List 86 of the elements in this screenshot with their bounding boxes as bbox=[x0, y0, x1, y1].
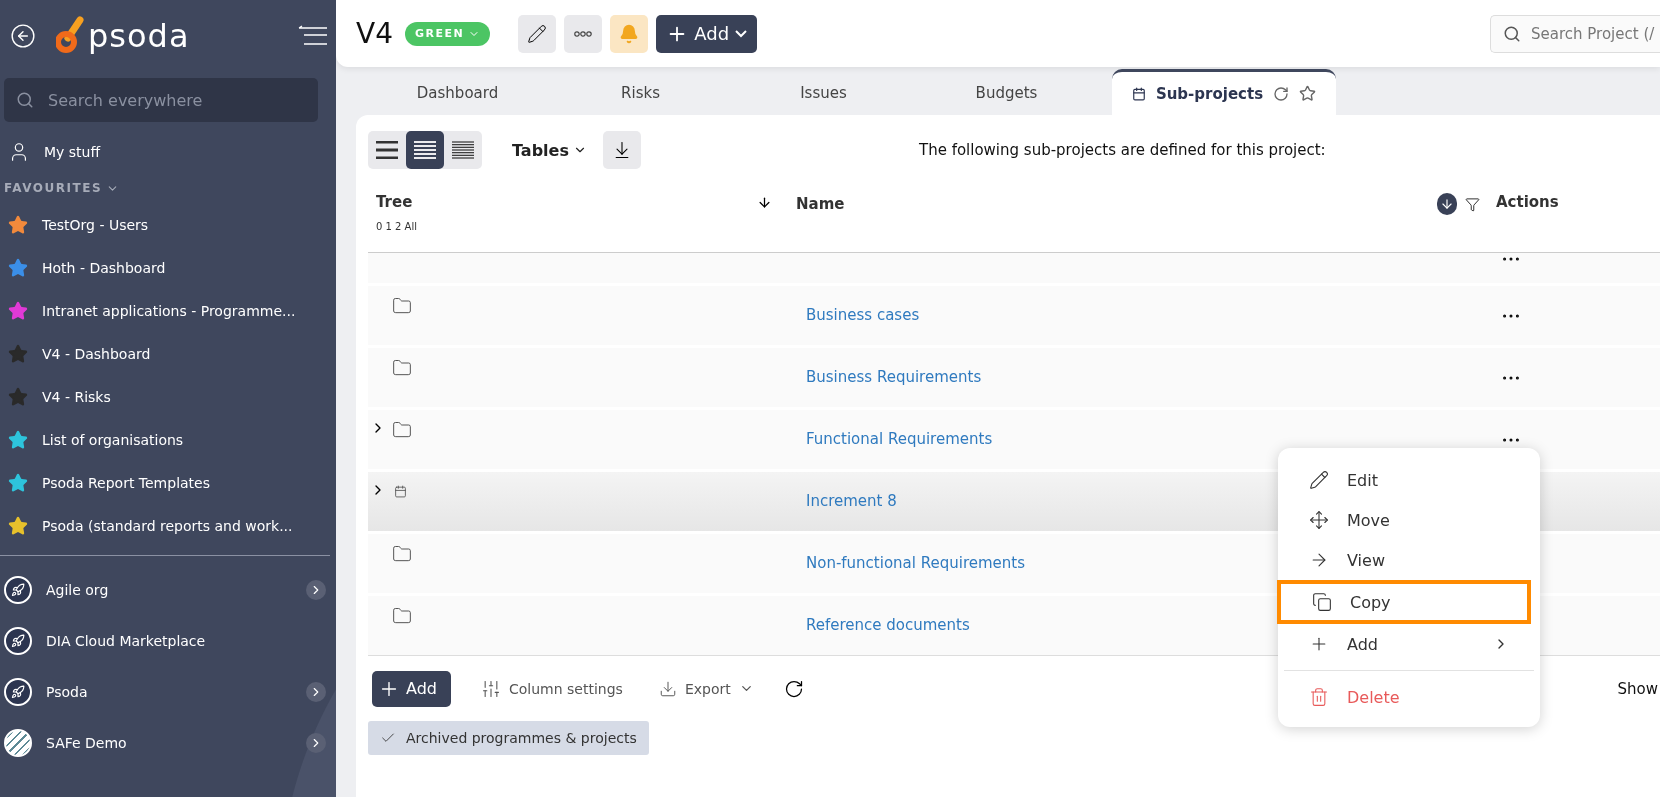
list-lines-icon bbox=[414, 141, 436, 159]
favourite-item[interactable]: Intranet applications - Programme... bbox=[42, 302, 296, 319]
description-text: The following sub-projects are defined for this project: bbox=[918, 141, 1326, 159]
export-button[interactable]: Export bbox=[652, 678, 760, 699]
column-settings-button[interactable]: Column settings bbox=[475, 677, 629, 700]
search-field[interactable]: Search everywhere bbox=[4, 78, 318, 122]
calendar-icon bbox=[394, 485, 407, 498]
sort-down-icon[interactable] bbox=[1437, 193, 1457, 215]
organisation-item[interactable]: Psoda bbox=[46, 683, 88, 700]
favourite-item[interactable]: Psoda Report Templates bbox=[42, 474, 210, 491]
rocket-avatar-icon bbox=[4, 677, 32, 706]
move-icon bbox=[1309, 510, 1329, 530]
column-header: Actions bbox=[1496, 193, 1559, 211]
filter-icon[interactable] bbox=[1465, 196, 1480, 212]
trash-icon bbox=[1309, 687, 1329, 707]
back-icon[interactable] bbox=[10, 23, 36, 49]
calendar-icon bbox=[1131, 86, 1146, 101]
sub-project-link[interactable]: Functional Requirements bbox=[788, 410, 993, 448]
download-icon bbox=[658, 679, 677, 698]
favourite-item[interactable]: List of organisations bbox=[42, 431, 184, 448]
favourites-heading[interactable]: FAVOURITES bbox=[4, 181, 103, 195]
column-header[interactable]: Tree bbox=[376, 193, 413, 211]
rocket-avatar-icon bbox=[4, 626, 32, 655]
tree-level-links[interactable]: 0 1 2 All bbox=[376, 221, 780, 232]
list-lines-icon bbox=[452, 141, 474, 159]
show-label: Show bbox=[1617, 679, 1658, 698]
pencil-icon bbox=[1309, 470, 1329, 490]
tab[interactable]: Sub-projects bbox=[1112, 69, 1336, 115]
sub-project-link[interactable]: Business cases bbox=[788, 286, 920, 324]
tab[interactable]: Risks bbox=[549, 71, 732, 115]
folder-icon bbox=[392, 606, 412, 626]
favourite-item[interactable]: Hoth - Dashboard bbox=[42, 259, 166, 276]
search-icon bbox=[1503, 24, 1521, 43]
more-button[interactable] bbox=[564, 14, 603, 53]
sub-project-link[interactable]: Business Requirements bbox=[788, 348, 982, 386]
favourite-item[interactable]: V4 - Dashboard bbox=[42, 345, 151, 362]
search-icon bbox=[16, 91, 34, 109]
refresh-icon[interactable] bbox=[783, 678, 804, 699]
download-button[interactable] bbox=[602, 131, 641, 169]
star-icon[interactable] bbox=[1299, 85, 1317, 102]
organisation-avatar-icon bbox=[4, 728, 32, 757]
list-lines-icon bbox=[376, 141, 398, 159]
add-button[interactable]: Add bbox=[656, 14, 758, 53]
favourite-item[interactable]: V4 - Risks bbox=[42, 388, 111, 405]
collapse-menu-icon[interactable] bbox=[298, 25, 328, 47]
logo-mark-icon bbox=[56, 16, 86, 56]
logo-text: psoda bbox=[88, 17, 190, 55]
menu-item[interactable]: Copy bbox=[1277, 580, 1531, 624]
folder-icon bbox=[392, 296, 412, 316]
menu-item[interactable]: Move bbox=[1286, 500, 1532, 540]
menu-item[interactable]: Add bbox=[1286, 624, 1532, 664]
rocket-avatar-icon bbox=[4, 575, 32, 604]
sliders-icon bbox=[481, 678, 501, 699]
organisation-item[interactable]: Agile org bbox=[46, 581, 109, 598]
caret-icon bbox=[735, 29, 748, 38]
search-input[interactable]: Search everywhere bbox=[46, 89, 306, 111]
menu-item[interactable]: View bbox=[1286, 540, 1532, 580]
ellipsis-icon bbox=[574, 30, 593, 37]
sub-project-link[interactable]: Reference documents bbox=[788, 596, 970, 634]
menu-item[interactable]: Edit bbox=[1286, 460, 1532, 500]
sub-project-link[interactable]: Increment 8 bbox=[788, 472, 897, 510]
sub-project-link[interactable]: Non-functional Requirements bbox=[788, 534, 1025, 572]
archived-toggle[interactable]: Archived programmes & projects bbox=[368, 721, 649, 755]
project-search-box[interactable]: Search Project (/ bbox=[1490, 14, 1660, 53]
view-density-button[interactable] bbox=[406, 131, 444, 169]
tab[interactable]: Dashboard bbox=[366, 71, 549, 115]
tables-dropdown[interactable]: Tables bbox=[506, 139, 593, 161]
sort-arrow-icon[interactable] bbox=[757, 194, 772, 210]
edit-button[interactable] bbox=[518, 14, 557, 53]
project-search-field[interactable]: Search Project (/ bbox=[1529, 23, 1659, 44]
copy-icon bbox=[1312, 592, 1332, 612]
pencil-icon bbox=[527, 23, 548, 44]
column-header[interactable]: Name bbox=[796, 195, 845, 213]
bell-icon bbox=[619, 23, 640, 44]
project-title: V4 bbox=[356, 17, 393, 50]
folder-icon bbox=[392, 420, 412, 440]
tab[interactable]: Budgets bbox=[915, 71, 1098, 115]
folder-icon bbox=[392, 544, 412, 564]
add-button[interactable]: Add bbox=[372, 670, 451, 707]
organisation-item[interactable]: DIA Cloud Marketplace bbox=[46, 632, 206, 649]
tab[interactable]: Issues bbox=[732, 71, 915, 115]
sidebar-item[interactable]: My stuff bbox=[44, 143, 101, 160]
folder-icon bbox=[392, 358, 412, 378]
favourite-item[interactable]: Psoda (standard reports and work... bbox=[42, 517, 293, 534]
organisation-item[interactable]: SAFe Demo bbox=[46, 734, 127, 751]
favourite-item[interactable]: TestOrg - Users bbox=[42, 216, 149, 233]
